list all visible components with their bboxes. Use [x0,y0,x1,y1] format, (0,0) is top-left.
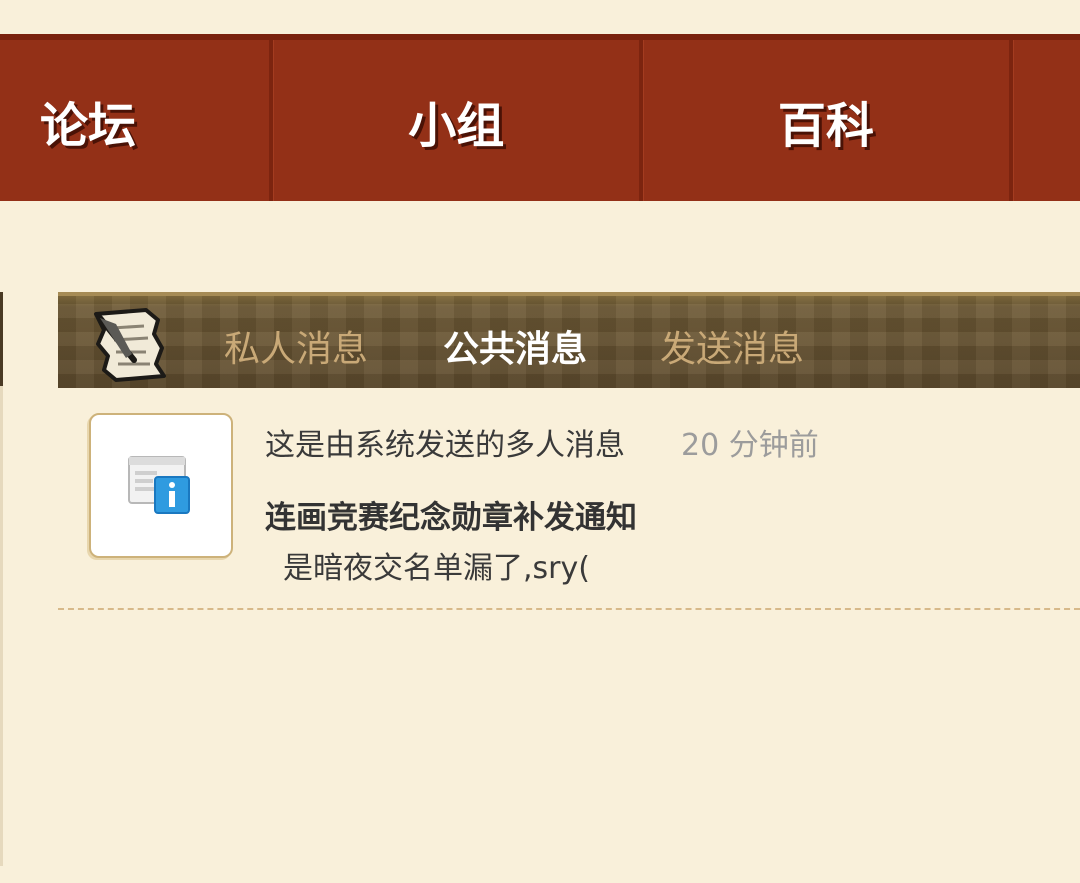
message-avatar[interactable] [89,413,233,558]
message-sender: 这是由系统发送的多人消息 [265,428,625,463]
sidebar-edge [0,292,3,386]
sidebar-edge-line [0,386,3,866]
message-title[interactable]: 连画竞赛纪念勋章补发通知 [265,492,637,537]
message-body: 是暗夜交名单漏了,sry( [283,551,590,586]
nav-label: 小组 [408,97,505,154]
message-timestamp: 20 分钟前 [681,428,819,463]
message-divider [58,608,1080,610]
message-tab-bar: 私人消息 公共消息 发送消息 [58,292,1080,388]
info-window-icon [128,456,190,514]
tab-public-messages[interactable]: 公共消息 [443,320,587,372]
top-navigation: 论坛 小组 百科 [0,34,1080,201]
scroll-quill-icon [94,308,166,382]
nav-label: 论坛 [40,97,137,154]
nav-item-group[interactable]: 小组 [273,40,639,201]
nav-label: 百科 [777,97,874,154]
nav-item-forum[interactable]: 论坛 [0,40,269,201]
tab-send-message[interactable]: 发送消息 [660,320,804,372]
nav-item-more[interactable] [1013,40,1080,201]
tab-private-messages[interactable]: 私人消息 [224,320,368,372]
page: 论坛 小组 百科 私人消息 公共消息 发送消息 这是由系统发送的多人消息 20 … [0,0,1080,883]
nav-item-wiki[interactable]: 百科 [643,40,1009,201]
